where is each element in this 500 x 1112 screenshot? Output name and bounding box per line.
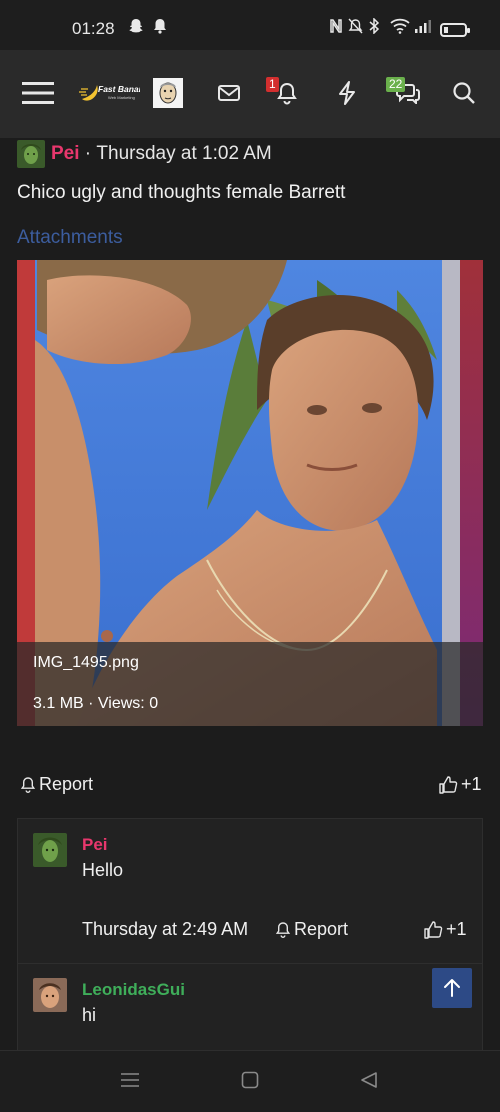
reply-report-button[interactable]: Report — [275, 919, 348, 940]
attachments-heading: Attachments — [17, 227, 123, 248]
nfc-icon — [330, 18, 342, 39]
reply-text: Hello — [82, 860, 124, 880]
notification-bell-icon — [153, 18, 167, 39]
reply-date[interactable]: Thursday at 2:49 AM — [82, 919, 248, 940]
wifi-icon — [390, 18, 410, 39]
status-bar: 01:28 — [0, 0, 500, 50]
logo-text: Fast Banana — [98, 84, 140, 94]
thread-content: Pei · Thursday at 1:02 AM Chico ugly and… — [0, 138, 500, 1050]
post-body: Chico ugly and thoughts female Barrett — [17, 182, 346, 203]
top-navbar: Fast Banana Web Marketing 1 22 — [0, 50, 500, 138]
author-avatar[interactable] — [17, 140, 45, 168]
arrow-up-icon — [444, 979, 460, 997]
post-header: Pei · Thursday at 1:02 AM — [17, 140, 272, 168]
thumbs-up-icon — [424, 920, 443, 939]
status-time: 01:28 — [72, 19, 115, 38]
reply-item: Pei Hello Thursday at 2:49 AM Report +1 — [18, 819, 482, 963]
battery-icon — [440, 23, 470, 37]
bell-icon — [275, 921, 291, 938]
reply-text: hi — [82, 1005, 97, 1025]
mute-icon — [348, 18, 363, 39]
reply-author[interactable]: LeonidasGui — [82, 980, 185, 1000]
snapchat-icon — [128, 18, 144, 39]
search-icon[interactable] — [451, 75, 477, 111]
conversations-badge: 22 — [386, 77, 406, 92]
logo-subtext: Web Marketing — [108, 95, 135, 100]
post-report-button[interactable]: Report — [20, 774, 93, 795]
post-like-count: +1 — [461, 774, 482, 794]
post-author[interactable]: Pei — [51, 143, 80, 165]
inbox-icon[interactable] — [215, 75, 243, 111]
scroll-to-top-button[interactable] — [432, 968, 472, 1008]
back-icon[interactable] — [360, 1071, 378, 1094]
attachment-info: IMG_1495.png 3.1 MB · Views: 0 — [17, 642, 483, 726]
reply-author[interactable]: Pei — [82, 835, 108, 855]
recents-icon[interactable] — [121, 1071, 139, 1094]
reply-like-button[interactable]: +1 — [423, 919, 467, 940]
user-avatar[interactable] — [153, 75, 183, 111]
reply-item: LeonidasGui hi — [18, 964, 482, 1050]
menu-icon[interactable] — [22, 75, 54, 111]
attachment-image[interactable]: IMG_1495.png 3.1 MB · Views: 0 — [17, 260, 483, 726]
system-nav-bar — [0, 1050, 500, 1112]
thumbs-up-icon — [439, 775, 458, 794]
reply-avatar[interactable] — [33, 978, 67, 1012]
signal-icon — [414, 18, 432, 39]
post-separator: · — [79, 143, 97, 164]
reply-like-count: +1 — [446, 919, 467, 939]
post-date[interactable]: Thursday at 1:02 AM — [96, 143, 271, 165]
whats-new-bolt-icon[interactable] — [334, 75, 360, 111]
home-icon[interactable] — [241, 1071, 259, 1094]
reply-avatar[interactable] — [33, 833, 67, 867]
alerts-badge: 1 — [266, 77, 279, 92]
reply-report-label: Report — [294, 919, 349, 939]
post-report-label: Report — [39, 774, 94, 794]
attachment-meta: 3.1 MB · Views: 0 — [33, 695, 159, 712]
post-like-button[interactable]: +1 — [438, 774, 482, 795]
attachment-filename[interactable]: IMG_1495.png — [33, 654, 139, 672]
site-logo[interactable]: Fast Banana Web Marketing — [78, 75, 140, 111]
replies-list: Pei Hello Thursday at 2:49 AM Report +1 — [17, 818, 483, 1050]
bluetooth-icon — [369, 17, 380, 39]
post-actions: Report +1 — [17, 774, 483, 800]
bell-icon — [20, 776, 36, 793]
